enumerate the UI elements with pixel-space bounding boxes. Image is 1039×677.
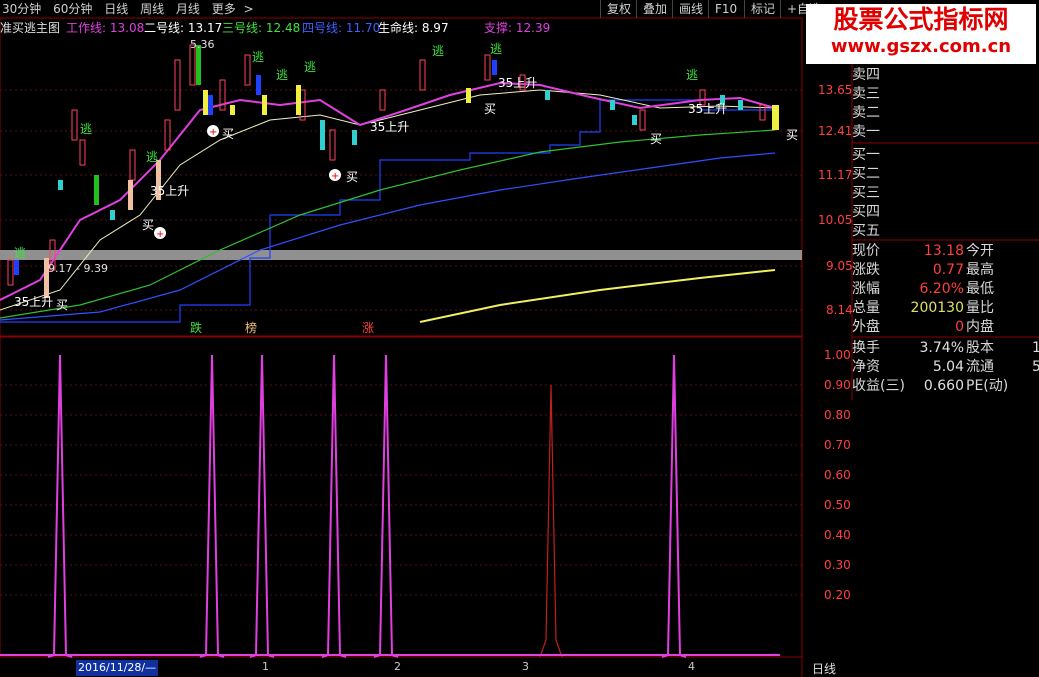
- buy-label-4: 买: [56, 298, 69, 312]
- tab-daily[interactable]: 日线: [104, 2, 128, 16]
- tab-weekly[interactable]: 周线: [140, 2, 164, 16]
- price-tick: 13.65: [818, 83, 853, 97]
- price-tick: 12.41: [818, 124, 853, 138]
- sub-tick: 0.60: [824, 468, 851, 482]
- buy-label-1: 买: [222, 127, 235, 141]
- buy-row-2: 买二: [852, 166, 880, 182]
- indicator-lifeline: 生命线: 8.97: [378, 21, 449, 35]
- escape-label-8: 逃: [490, 42, 503, 56]
- indicator-line-2: 二号线: 13.17: [144, 21, 223, 35]
- sub-tick: 0.20: [824, 588, 851, 602]
- quote-change-pct: 涨幅 6.20% 最低: [852, 281, 994, 297]
- escape-label-9: 逃: [686, 68, 699, 82]
- sub-tick: 0.70: [824, 438, 851, 452]
- buy-label-3: 买: [142, 218, 155, 232]
- buy-row-4: 买四: [852, 204, 880, 220]
- support-band: [0, 250, 802, 260]
- indicator-support: 支撑: 12.39: [484, 21, 551, 35]
- month-tick: 1: [262, 660, 269, 673]
- sub-tick: 0.40: [824, 528, 851, 542]
- sub-tick: 0.50: [824, 498, 851, 512]
- month-tick: 4: [688, 660, 695, 673]
- escape-label-2: 逃: [80, 122, 93, 136]
- watermark-title: 股票公式指标网: [833, 5, 1009, 34]
- period-tabs: 30分钟 60分钟 日线 周线 月线 更多 >: [2, 0, 254, 18]
- tab-30min[interactable]: 30分钟: [2, 2, 41, 16]
- quote-volume: 总量 200130 量比: [852, 300, 994, 316]
- price-tick: 9.05: [826, 259, 853, 273]
- high-label: 5.36: [190, 38, 215, 51]
- tab-monthly[interactable]: 月线: [176, 2, 200, 16]
- buy-label-6: 买: [650, 132, 663, 146]
- quote-turnover: 换手 3.74% 股本 1: [852, 340, 1039, 356]
- sell-row-2: 卖二: [852, 105, 880, 121]
- tab-more-arrow[interactable]: >: [244, 2, 254, 16]
- buy-label-5: 买: [484, 102, 497, 116]
- overlay-button[interactable]: 叠加: [636, 0, 673, 18]
- buy-label-2: 买: [346, 170, 359, 184]
- buy-row-1: 买一: [852, 147, 880, 163]
- fall-label: 跌: [190, 321, 203, 335]
- mark-button[interactable]: 标记: [744, 0, 781, 18]
- rank-label: 榜: [245, 321, 258, 335]
- quote-price: 现价 13.18 今开: [852, 243, 994, 259]
- sell-row-3: 卖三: [852, 86, 880, 102]
- rise-label-2: 35上升: [150, 184, 190, 198]
- sell-row-5: 卖五: [852, 47, 1039, 66]
- buy-row-3: 买三: [852, 185, 880, 201]
- tab-60min[interactable]: 60分钟: [53, 2, 92, 16]
- sub-tick: 0.90: [824, 378, 851, 392]
- price-tick: 10.05: [818, 213, 853, 227]
- sub-tick: 0.80: [824, 408, 851, 422]
- indicator-line-3: 三号线: 12.48: [222, 21, 301, 35]
- f10-button[interactable]: F10: [708, 0, 743, 18]
- buy-label-7: 买: [786, 128, 799, 142]
- period-label[interactable]: 日线: [812, 660, 836, 677]
- escape-label-5: 逃: [276, 68, 289, 82]
- rise-label-5: 35上升: [688, 102, 728, 116]
- price-tick: 11.17: [818, 168, 853, 182]
- escape-label-7: 逃: [432, 44, 445, 58]
- buy-row-5: 买五: [852, 223, 880, 239]
- up-label: 涨: [362, 321, 375, 335]
- quote-eps: 收益(三) 0.660 PE(动): [852, 378, 1009, 394]
- adjust-button[interactable]: 复权: [600, 0, 637, 18]
- indicator-work-line: 工作线: 13.08: [66, 21, 145, 35]
- month-tick: 3: [522, 660, 529, 673]
- rise-label-1: 35上升: [370, 120, 410, 134]
- sell-row-4: 卖四: [852, 67, 880, 83]
- draw-button[interactable]: 画线: [672, 0, 709, 18]
- tab-more[interactable]: 更多: [212, 2, 236, 16]
- svg-text:+: +: [209, 127, 217, 138]
- svg-text:+: +: [156, 229, 164, 240]
- escape-label-3: 逃: [146, 150, 159, 164]
- low-range-label: 9.17 - 9.39: [48, 262, 108, 275]
- escape-label-6: 逃: [304, 60, 317, 74]
- month-tick: 2: [394, 660, 401, 673]
- sub-tick: 0.30: [824, 558, 851, 572]
- indicator-title: 准买逃主图: [0, 21, 61, 35]
- escape-label-1: 逃: [14, 246, 27, 260]
- rise-label-3: 35上升: [14, 295, 54, 309]
- quote-net-assets: 净资 5.04 流通 5: [852, 359, 1039, 375]
- escape-label-4: 逃: [252, 50, 265, 64]
- indicator-line-4: 四号线: 11.70: [302, 21, 381, 35]
- sell-row-1: 卖一: [852, 124, 880, 140]
- date-cursor: 2016/11/28/—: [76, 660, 159, 676]
- rise-label-4: 35上升: [498, 76, 538, 90]
- quote-outer: 外盘 0 内盘: [852, 319, 994, 335]
- quote-change: 涨跌 0.77 最高: [852, 262, 994, 278]
- svg-text:+: +: [331, 171, 339, 182]
- price-tick: 8.14: [826, 303, 853, 317]
- sub-tick: 1.00: [824, 348, 851, 362]
